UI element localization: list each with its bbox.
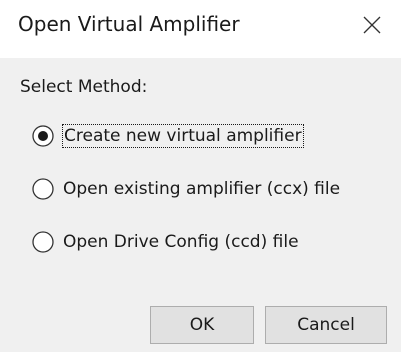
radio-option-open-existing[interactable]: Open existing amplifier (ccx) file bbox=[32, 175, 340, 203]
radio-button[interactable] bbox=[32, 178, 54, 200]
radio-option-open-drive-config[interactable]: Open Drive Config (ccd) file bbox=[32, 228, 299, 256]
cancel-button[interactable]: Cancel bbox=[265, 306, 387, 344]
radio-option-create-new[interactable]: Create new virtual amplifier bbox=[32, 122, 304, 150]
ok-button[interactable]: OK bbox=[150, 306, 254, 344]
radio-label-open-drive-config: Open Drive Config (ccd) file bbox=[63, 232, 299, 252]
radio-button[interactable] bbox=[32, 231, 54, 253]
dialog-title: Open Virtual Amplifier bbox=[18, 12, 240, 36]
close-button[interactable] bbox=[343, 0, 401, 50]
title-bar: Open Virtual Amplifier bbox=[0, 0, 401, 58]
radio-button-selected[interactable] bbox=[32, 125, 54, 147]
radio-label-create-new: Create new virtual amplifier bbox=[62, 124, 304, 148]
open-virtual-amplifier-dialog: Open Virtual Amplifier Select Method: Cr… bbox=[0, 0, 401, 352]
radio-label-open-existing: Open existing amplifier (ccx) file bbox=[63, 179, 341, 199]
close-icon bbox=[363, 16, 381, 34]
select-method-label: Select Method: bbox=[20, 77, 148, 97]
